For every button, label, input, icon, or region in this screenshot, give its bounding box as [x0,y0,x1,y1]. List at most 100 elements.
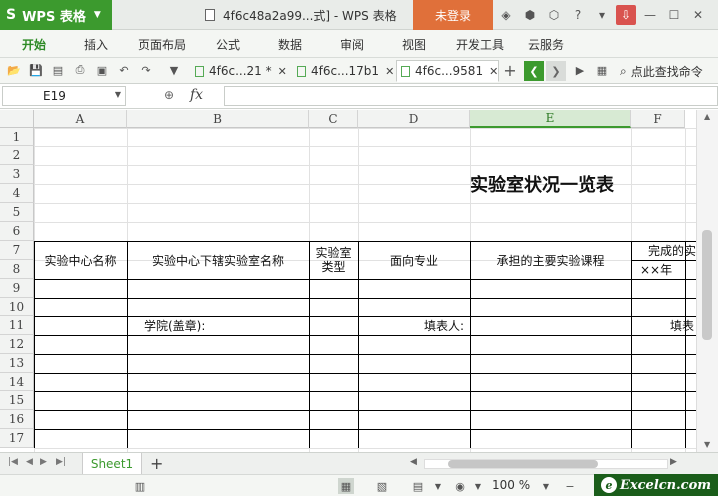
header-courses[interactable]: 承担的主要实验课程 [470,241,631,279]
page-break-view-icon[interactable]: ▤ [410,478,426,494]
row-header-1[interactable]: 1 [0,128,34,146]
tab-page-layout[interactable]: 页面布局 [138,30,186,58]
chevron-down-icon[interactable]: ▼ [430,478,446,494]
spreadsheet-grid[interactable]: ▲ ▼ A B C D E F 1 2 3 4 5 6 7 8 9 10 11 12 13 14 15 16 17 实验室状况… [0,110,718,452]
normal-view-icon[interactable]: ▦ [338,478,354,494]
header-major[interactable]: 面向专业 [358,241,470,279]
row-header-10[interactable]: 10 [0,298,34,316]
row-header-6[interactable]: 6 [0,222,34,241]
sheet-title[interactable]: 实验室状况一览表 [470,165,614,203]
row-header-11[interactable]: 11 [0,316,34,335]
zoom-icon[interactable]: ⊕ [164,88,174,102]
row-header-4[interactable]: 4 [0,184,34,203]
row-header-7[interactable]: 7 [0,241,34,260]
close-icon[interactable]: ✕ [688,5,708,25]
scroll-up-icon[interactable]: ▲ [704,112,710,121]
header-lab-type[interactable]: 实验室类型 [309,241,358,279]
print-icon[interactable]: ⎙ [72,62,88,78]
minimize-icon[interactable]: — [640,5,660,25]
tab-formulas[interactable]: 公式 [216,30,240,58]
last-sheet-icon[interactable]: ▶| [56,457,66,467]
add-sheet-icon[interactable]: + [150,454,163,473]
chevron-down-icon[interactable]: ▼ [538,478,554,494]
help-icon[interactable]: ? [568,5,588,25]
zoom-level[interactable]: 100 % [492,478,530,492]
macro-icon[interactable]: ▥ [132,478,148,494]
window-list-icon[interactable]: ▦ [594,62,610,78]
doc-tab-2[interactable]: 4f6c...17b1 ✕ [292,60,395,82]
row-header-12[interactable]: 12 [0,335,34,354]
vertical-scrollbar[interactable]: ▲ ▼ [696,110,718,452]
export-pdf-icon[interactable]: ▤ [50,62,66,78]
first-sheet-icon[interactable]: |◀ [8,457,18,467]
function-icon[interactable]: fx [190,87,203,103]
row-header-9[interactable]: 9 [0,279,34,298]
share-icon[interactable]: ⬡ [544,5,564,25]
redo-icon[interactable]: ↷ [138,62,154,78]
row-header-2[interactable]: 2 [0,146,34,165]
doc-tab-1[interactable]: 4f6c...21 * ✕ [190,60,288,82]
zoom-out-icon[interactable]: − [562,478,578,494]
row-header-3[interactable]: 3 [0,165,34,184]
skin-icon[interactable]: ◈ [496,5,516,25]
fill-date-label[interactable]: 填表 [670,316,694,335]
maximize-icon[interactable]: ☐ [664,5,684,25]
open-icon[interactable]: 📂 [6,62,22,78]
column-header-f[interactable]: F [631,110,685,128]
command-search[interactable]: ⌕ 点此查找命令 [620,58,703,84]
scroll-down-icon[interactable]: ▼ [704,440,710,449]
chevron-down-icon[interactable]: ▼ [115,90,121,99]
prev-tab-button[interactable]: ❮ [524,61,544,81]
header-year[interactable]: ××年 [640,260,672,279]
column-header-a[interactable]: A [34,110,127,128]
close-icon[interactable]: ✕ [278,65,287,78]
next-tab-button[interactable]: ❯ [546,61,566,81]
row-header-17[interactable]: 17 [0,429,34,448]
tab-home[interactable]: 开始 [22,30,46,58]
filler-label[interactable]: 填表人: [424,316,464,335]
scroll-thumb[interactable] [448,460,598,468]
column-header-c[interactable]: C [309,110,358,128]
chevron-down-icon[interactable]: ▼ [166,62,182,78]
prev-sheet-icon[interactable]: ◀ [26,457,33,467]
tab-developer[interactable]: 开发工具 [456,30,504,58]
column-header-d[interactable]: D [358,110,470,128]
row-header-8[interactable]: 8 [0,260,34,279]
undo-icon[interactable]: ↶ [116,62,132,78]
play-icon[interactable]: ▶ [572,62,588,78]
sheet-tab-sheet1[interactable]: Sheet1 [82,453,142,474]
login-button[interactable]: 未登录 [413,0,493,30]
scroll-thumb[interactable] [702,230,712,340]
doc-tab-3[interactable]: 4f6c...9581 ✕ [396,60,500,82]
row-header-15[interactable]: 15 [0,391,34,410]
horizontal-scrollbar[interactable]: ◀ ▶ [408,457,684,471]
header-completed[interactable]: 完成的实 [648,241,696,260]
row-header-16[interactable]: 16 [0,410,34,429]
tab-view[interactable]: 视图 [402,30,426,58]
header-lab-name[interactable]: 实验中心下辖实验室名称 [127,241,309,279]
new-tab-icon[interactable]: + [502,61,518,80]
formula-input[interactable] [224,86,718,106]
row-header-14[interactable]: 14 [0,373,34,391]
close-icon[interactable]: ✕ [385,65,394,78]
scroll-right-icon[interactable]: ▶ [670,457,677,467]
select-all-corner[interactable] [0,110,34,128]
print-preview-icon[interactable]: ▣ [94,62,110,78]
row-header-13[interactable]: 13 [0,354,34,373]
reading-mode-icon[interactable]: ◉ [452,478,468,494]
download-icon[interactable]: ⇩ [616,5,636,25]
name-box[interactable]: E19 ▼ [2,86,126,106]
tab-insert[interactable]: 插入 [84,30,108,58]
tab-cloud[interactable]: 云服务 [528,30,564,58]
next-sheet-icon[interactable]: ▶ [40,457,47,467]
page-layout-view-icon[interactable]: ▧ [374,478,390,494]
tab-data[interactable]: 数据 [278,30,302,58]
column-header-b[interactable]: B [127,110,309,128]
app-menu-button[interactable]: S WPS 表格 ▼ [0,0,112,30]
save-icon[interactable]: 💾 [28,62,44,78]
column-header-e[interactable]: E [470,110,631,128]
close-icon[interactable]: ✕ [489,65,498,78]
settings-icon[interactable]: ⬢ [520,5,540,25]
header-center-name[interactable]: 实验中心名称 [34,241,127,279]
row-header-5[interactable]: 5 [0,203,34,222]
